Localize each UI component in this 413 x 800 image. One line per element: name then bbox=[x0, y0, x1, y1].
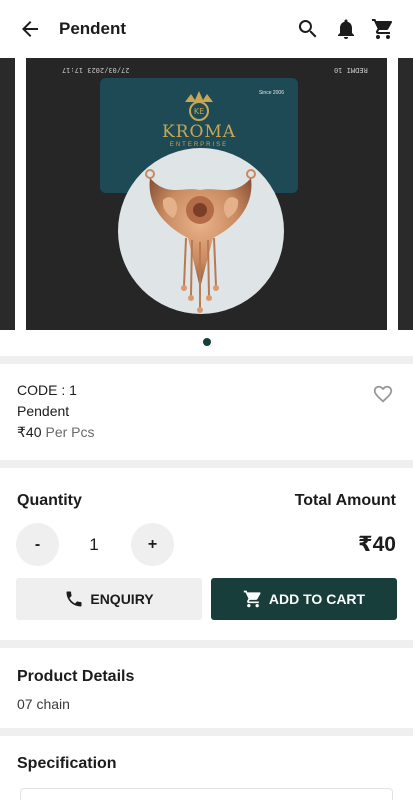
card-logo-text: KE bbox=[194, 107, 204, 116]
enquiry-button[interactable]: ENQUIRY bbox=[16, 578, 202, 620]
add-to-cart-button[interactable]: ADD TO CART bbox=[211, 578, 397, 620]
specification-title: Specification bbox=[17, 755, 117, 772]
product-photo[interactable]: 27/03/2023 17:17 REDMI 10 KE Since 2006 … bbox=[26, 58, 387, 330]
search-icon[interactable] bbox=[296, 17, 320, 41]
total-amount-value: ₹40 bbox=[358, 533, 396, 556]
previous-product-photo[interactable] bbox=[0, 58, 15, 330]
cart-icon[interactable] bbox=[371, 17, 395, 41]
carousel-dot-active[interactable] bbox=[202, 338, 211, 346]
card-since-text: Since 2006 bbox=[258, 90, 284, 96]
quantity-increase-button[interactable]: + bbox=[131, 523, 174, 566]
next-product-photo[interactable] bbox=[398, 58, 413, 330]
product-details-section: Product Details 07 chain bbox=[0, 648, 413, 728]
favorite-heart-icon[interactable] bbox=[371, 383, 395, 405]
product-details-text: 07 chain bbox=[17, 696, 70, 712]
phone-icon bbox=[66, 591, 82, 607]
product-price: ₹40 bbox=[17, 424, 42, 440]
product-name: Pendent bbox=[17, 403, 70, 419]
enquiry-button-label: ENQUIRY bbox=[90, 591, 154, 607]
specification-table bbox=[20, 788, 393, 800]
app-bar: Pendent bbox=[0, 0, 413, 58]
pendant-image bbox=[145, 169, 256, 313]
photo-timestamp: 27/03/2023 17:17 bbox=[62, 66, 130, 74]
quantity-decrease-button[interactable]: - bbox=[16, 523, 59, 566]
add-to-cart-label: ADD TO CART bbox=[268, 591, 366, 607]
bell-icon[interactable] bbox=[334, 17, 358, 41]
cart-icon bbox=[243, 590, 261, 608]
page-title: Pendent bbox=[59, 19, 127, 38]
order-section: Quantity Total Amount - 1 + ₹40 ENQUIRY … bbox=[0, 468, 413, 640]
crown-logo-icon: KE bbox=[185, 91, 213, 121]
total-amount-label: Total Amount bbox=[294, 492, 396, 509]
product-summary: CODE : 1 Pendent ₹40 Per Pcs bbox=[0, 364, 413, 460]
product-code: CODE : 1 bbox=[17, 382, 77, 398]
photo-device-stamp: REDMI 10 bbox=[334, 66, 368, 74]
quantity-label: Quantity bbox=[17, 492, 82, 509]
carousel-indicator bbox=[0, 338, 413, 346]
back-arrow-icon[interactable] bbox=[17, 17, 43, 41]
product-image-carousel[interactable]: 27/03/2023 17:17 REDMI 10 KE Since 2006 … bbox=[0, 58, 413, 356]
specification-section: Specification bbox=[0, 736, 413, 800]
product-price-row: ₹40 Per Pcs bbox=[17, 424, 95, 441]
price-unit: Per Pcs bbox=[45, 424, 95, 440]
quantity-value: 1 bbox=[89, 535, 99, 554]
card-brand-text: KROMA bbox=[161, 122, 237, 142]
product-details-title: Product Details bbox=[17, 668, 135, 685]
